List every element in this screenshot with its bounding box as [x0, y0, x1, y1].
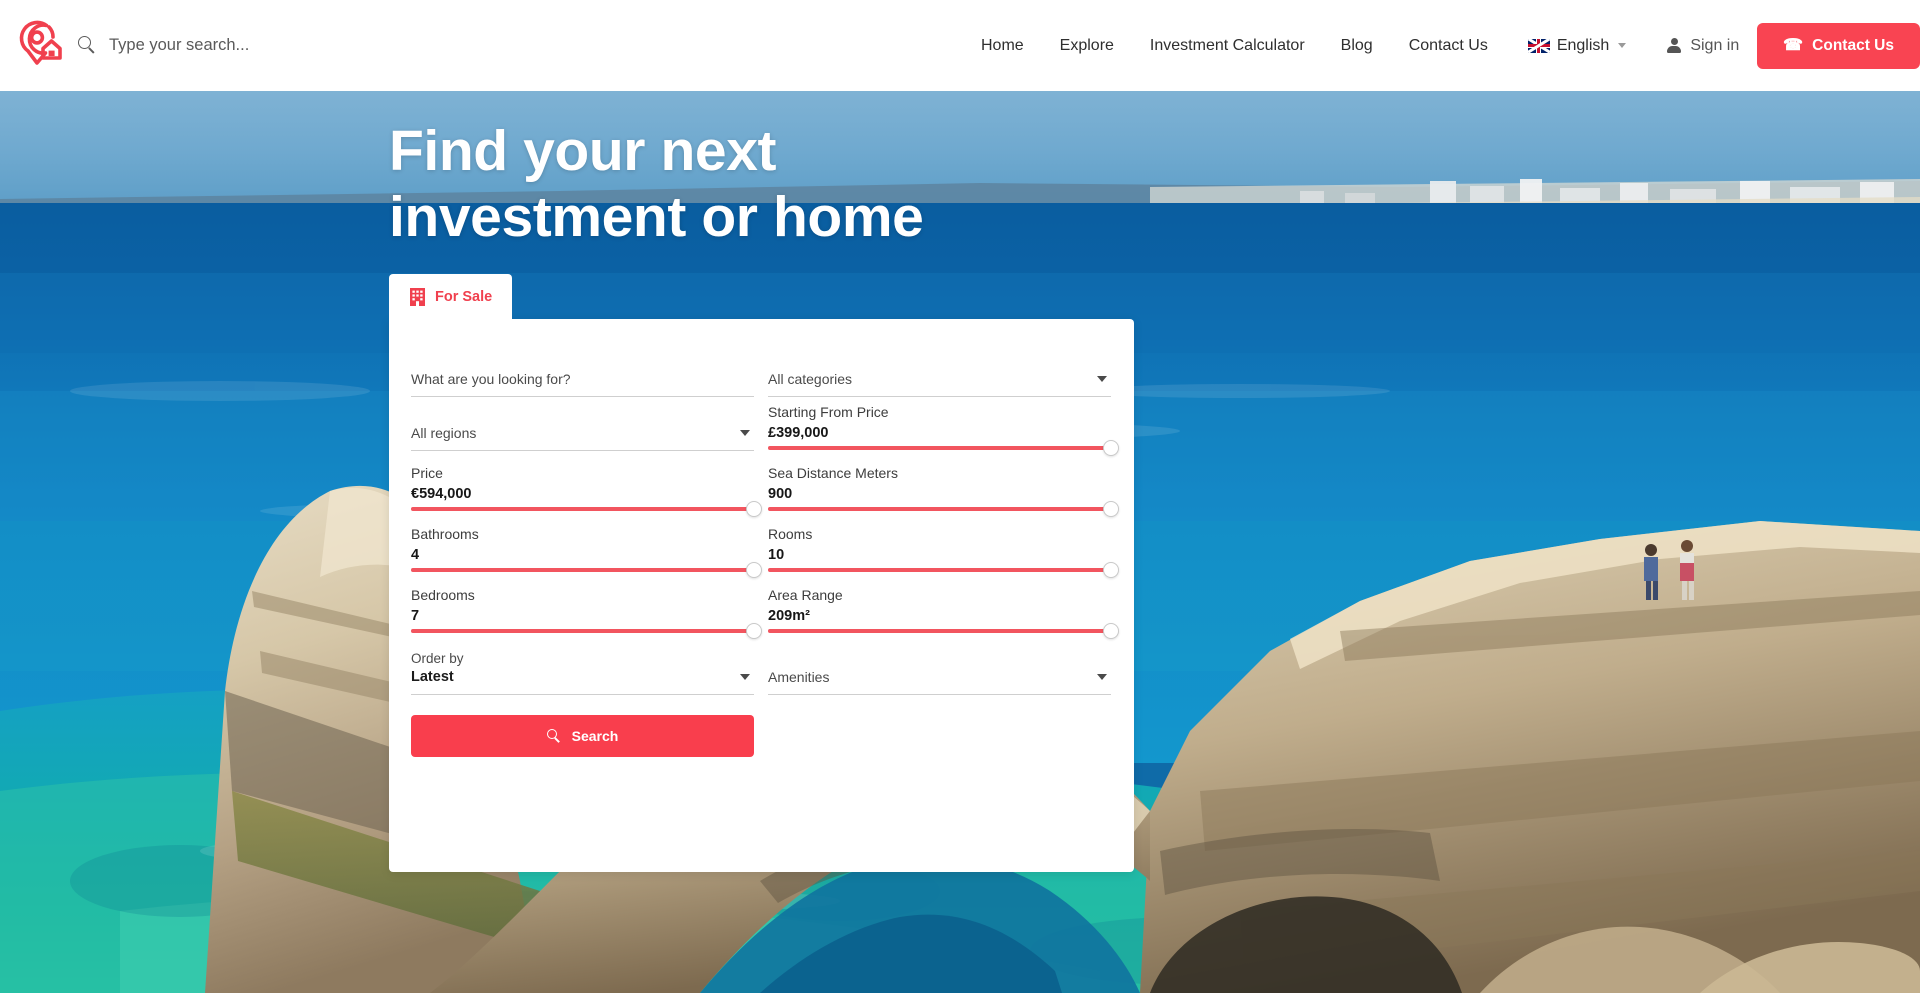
slider-bathrooms: Bathrooms 4: [411, 519, 762, 580]
user-icon: [1666, 37, 1682, 54]
area-range-value: 209m²: [768, 608, 810, 624]
language-label: English: [1556, 36, 1610, 54]
nav-item-explore[interactable]: Explore: [1042, 0, 1132, 91]
bedrooms-value: 7: [411, 608, 420, 624]
nav-item-blog[interactable]: Blog: [1323, 0, 1391, 91]
track-fill: [411, 629, 754, 633]
chevron-down-icon: [1618, 43, 1627, 48]
keyword-label: What are you looking for?: [411, 371, 571, 387]
track-fill: [768, 507, 1111, 511]
track-fill: [768, 629, 1111, 633]
starting-from-price-value: £399,000: [768, 425, 829, 441]
search-row-2: All regions Starting From Price £399,000: [411, 397, 1119, 458]
nav-item-investment-calculator[interactable]: Investment Calculator: [1132, 0, 1323, 91]
rooms-label: Rooms: [768, 526, 813, 542]
order-by-select[interactable]: Order by Latest: [411, 641, 754, 695]
sea-distance-value: 900: [768, 486, 793, 502]
language-selector[interactable]: English: [1506, 37, 1640, 55]
sign-in-button[interactable]: Sign in: [1640, 37, 1757, 55]
search-button-label: Search: [571, 728, 619, 744]
sea-distance-track[interactable]: [768, 501, 1119, 517]
building-icon: [410, 288, 425, 306]
categories-select[interactable]: All categories: [768, 343, 1111, 397]
amenities-select[interactable]: Amenities: [768, 641, 1111, 695]
rooms-value: 10: [768, 547, 785, 563]
search-button[interactable]: Search: [411, 715, 754, 757]
chevron-down-icon: [740, 430, 750, 436]
order-by-value: Latest: [411, 669, 454, 685]
track-fill: [411, 507, 754, 511]
contact-us-button[interactable]: ☎ Contact Us: [1757, 22, 1920, 69]
order-by-label: Order by: [411, 651, 464, 666]
amenities-label: Amenities: [768, 669, 830, 685]
rooms-thumb[interactable]: [1103, 562, 1119, 578]
categories-label: All categories: [768, 371, 853, 387]
price-track[interactable]: [411, 501, 762, 517]
search-row-1: What are you looking for? All categories: [411, 343, 1112, 397]
search-icon: [546, 728, 562, 744]
track-fill: [768, 446, 1111, 450]
chevron-down-icon: [1097, 376, 1107, 382]
bedrooms-track[interactable]: [411, 623, 762, 639]
listing-type-tabs: For Sale: [389, 274, 513, 319]
rooms-track[interactable]: [768, 562, 1119, 578]
bathrooms-track[interactable]: [411, 562, 762, 578]
search-row-6: Order by Latest Amenities: [411, 641, 1112, 695]
phone-icon: ☎: [1783, 36, 1804, 54]
bedrooms-thumb[interactable]: [746, 623, 762, 639]
regions-select[interactable]: All regions: [411, 397, 754, 451]
search-input[interactable]: [109, 35, 589, 55]
tab-for-sale[interactable]: For Sale: [389, 274, 513, 319]
slider-price: Price €594,000: [411, 458, 762, 519]
keyword-field[interactable]: What are you looking for?: [411, 343, 754, 397]
slider-bedrooms: Bedrooms 7: [411, 580, 762, 641]
sea-distance-label: Sea Distance Meters: [768, 465, 898, 481]
starting-from-price-track[interactable]: [768, 440, 1119, 456]
site-header: Home Explore Investment Calculator Blog …: [0, 0, 1920, 91]
search-row-4: Bathrooms 4 Rooms 10: [411, 519, 1119, 580]
track-fill: [411, 568, 754, 572]
chevron-down-icon: [740, 674, 750, 680]
contact-us-label: Contact Us: [1812, 36, 1894, 54]
starting-from-price-thumb[interactable]: [1103, 440, 1119, 456]
sign-in-label: Sign in: [1690, 36, 1740, 54]
slider-rooms: Rooms 10: [768, 519, 1119, 580]
property-search-card: What are you looking for? All categories…: [389, 319, 1134, 872]
bathrooms-value: 4: [411, 547, 420, 563]
uk-flag-icon: [1527, 38, 1550, 53]
chevron-down-icon: [1097, 674, 1107, 680]
slider-sea-distance-meters: Sea Distance Meters 900: [768, 458, 1119, 519]
search-row-5: Bedrooms 7 Area Range 209m²: [411, 580, 1119, 641]
tab-for-sale-label: For Sale: [435, 288, 493, 305]
bathrooms-thumb[interactable]: [746, 562, 762, 578]
price-thumb[interactable]: [746, 501, 762, 517]
area-range-track[interactable]: [768, 623, 1119, 639]
search-icon: [78, 35, 97, 55]
header-search: [78, 25, 589, 65]
regions-label: All regions: [411, 425, 477, 441]
price-label: Price: [411, 465, 443, 481]
track-fill: [768, 568, 1111, 572]
site-logo[interactable]: [14, 14, 72, 72]
area-range-label: Area Range: [768, 587, 843, 603]
nav-item-contact-us[interactable]: Contact Us: [1391, 0, 1506, 91]
starting-from-price-label: Starting From Price: [768, 404, 889, 420]
sea-distance-thumb[interactable]: [1103, 501, 1119, 517]
nav-item-home[interactable]: Home: [963, 0, 1042, 91]
slider-starting-from-price: Starting From Price £399,000: [768, 397, 1119, 458]
area-range-thumb[interactable]: [1103, 623, 1119, 639]
slider-area-range: Area Range 209m²: [768, 580, 1119, 641]
bathrooms-label: Bathrooms: [411, 526, 479, 542]
price-value: €594,000: [411, 486, 472, 502]
bedrooms-label: Bedrooms: [411, 587, 475, 603]
map-pin-house-logo-icon: [19, 20, 62, 65]
page-title: Find your next investment or home: [389, 119, 924, 249]
main-navigation: Home Explore Investment Calculator Blog …: [963, 0, 1920, 91]
search-row-3: Price €594,000 Sea Distance Meters 900: [411, 458, 1119, 519]
